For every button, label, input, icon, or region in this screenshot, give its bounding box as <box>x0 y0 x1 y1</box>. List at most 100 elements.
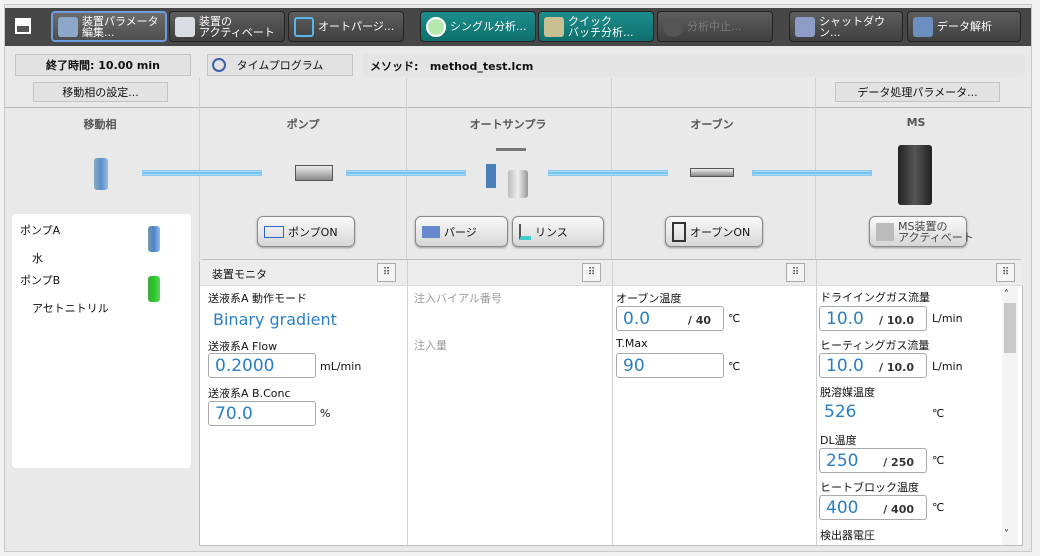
clock-icon <box>212 58 226 72</box>
heating-gas-label: ヒーティングガス流量 <box>820 339 930 352</box>
grid-menu-icon[interactable]: ⠿ <box>377 263 396 282</box>
tmax-unit: ℃ <box>728 360 741 373</box>
data-analysis-icon <box>913 16 933 37</box>
bottle-icon <box>148 276 160 302</box>
scrollbar-thumb[interactable] <box>1004 303 1016 353</box>
monitor-title: 装置モニタ <box>212 268 267 281</box>
bottle-icon <box>148 226 160 252</box>
oven-on-button[interactable]: オーブンON <box>665 216 763 247</box>
tmax-label: T.Max <box>616 337 648 350</box>
heat-block-label: ヒートブロック温度 <box>820 481 919 494</box>
drying-gas-label: ドライイングガス流量 <box>820 291 930 304</box>
pump-b-label: ポンプB <box>20 274 61 287</box>
mobile-phase-panel: ポンプA 水 ポンプB アセトニトリル <box>12 214 191 468</box>
column-title-autosampler: オートサンプラ <box>469 118 547 131</box>
data-processing-parameters-button[interactable]: データ処理パラメータ... <box>835 82 1000 102</box>
grid-menu-icon[interactable]: ⠿ <box>582 263 601 282</box>
detector-voltage-label: 検出器電圧 <box>820 529 875 542</box>
oven-temp-field[interactable]: 0.0/ 40 <box>616 306 724 331</box>
flow-label: 送液系A Flow <box>208 340 278 353</box>
instrument-monitor: 装置モニタ ⠿ ⠿ ⠿ ⠿ 送液系A 動作モード Binary gradient … <box>199 259 1023 547</box>
layout-toggle-icon[interactable] <box>15 18 31 34</box>
pump-icon <box>295 165 333 181</box>
solvent-b: アセトニトリル <box>32 302 109 315</box>
column-title-pump: ポンプ <box>286 118 320 131</box>
stop-analysis-button[interactable]: 分析中止... <box>657 11 773 42</box>
pump-icon <box>264 225 284 238</box>
heating-gas-unit: L/min <box>932 360 963 373</box>
rinse-button[interactable]: リンス <box>512 216 604 247</box>
rinse-icon <box>519 223 531 240</box>
grid-menu-icon[interactable]: ⠿ <box>786 263 805 282</box>
divider <box>5 107 1031 108</box>
scroll-up-icon[interactable]: ˄ <box>1004 289 1009 300</box>
oven-temp-unit: ℃ <box>728 312 741 325</box>
parameter-edit-icon <box>58 16 78 37</box>
flow-line <box>752 170 872 176</box>
end-time-display: 終了時間: 10.00 min <box>15 54 191 76</box>
dl-temp-unit: ℃ <box>932 454 945 467</box>
heat-block-unit: ℃ <box>932 501 945 514</box>
scrollbar[interactable]: ˄ ˅ <box>1002 287 1018 545</box>
volume-label: 注入量 <box>414 339 447 352</box>
data-analysis-button[interactable]: データ解析 <box>907 11 1021 42</box>
grid-menu-icon[interactable]: ⠿ <box>996 263 1015 282</box>
divider <box>406 78 407 260</box>
flow-field[interactable]: 0.2000 <box>208 353 316 378</box>
scroll-down-icon[interactable]: ˅ <box>1004 529 1009 540</box>
dl-temp-label: DL温度 <box>820 434 857 447</box>
quick-batch-button[interactable]: クイック バッチ分析... <box>538 11 654 42</box>
single-run-icon <box>426 16 446 37</box>
desolvation-temp-label: 脱溶媒温度 <box>820 386 875 399</box>
mobile-phase-settings-button[interactable]: 移動相の設定... <box>33 82 168 102</box>
vial-label: 注入バイアル番号 <box>414 292 502 305</box>
method-filename: method_test.lcm <box>429 60 534 73</box>
oven-temp-label: オーブン温度 <box>616 292 682 305</box>
column-icon <box>690 168 734 177</box>
divider <box>611 78 612 260</box>
divider <box>199 78 200 260</box>
instrument-icon <box>175 16 195 37</box>
ms-activate-button[interactable]: MS装置の アクティベート <box>869 216 974 247</box>
conc-label: 送液系A B.Conc <box>208 387 291 400</box>
ms-icon <box>876 222 894 241</box>
autopurge-icon <box>294 16 314 37</box>
ms-instrument-icon <box>898 145 932 205</box>
flow-line <box>548 170 668 176</box>
single-run-button[interactable]: シングル分析... <box>420 11 536 42</box>
toolbar: 装置パラメータ 編集... 装置の アクティベート オートパージ... シングル… <box>5 8 1031 46</box>
column-title-ms: MS <box>906 116 926 129</box>
conc-field[interactable]: 70.0 <box>208 401 316 426</box>
dl-temp-field[interactable]: 250/ 250 <box>819 448 927 473</box>
divider <box>407 260 408 547</box>
pump-mode-label: 送液系A 動作モード <box>208 292 308 305</box>
method-display: メソッド: method_test.lcm <box>362 53 1025 77</box>
autopurge-button[interactable]: オートパージ... <box>288 11 404 42</box>
bottle-icon <box>94 158 108 190</box>
purge-icon <box>422 225 440 238</box>
divider <box>815 78 816 260</box>
shutdown-icon <box>795 16 815 37</box>
edit-parameters-button[interactable]: 装置パラメータ 編集... <box>51 11 167 42</box>
heating-gas-field[interactable]: 10.0/ 10.0 <box>819 353 927 378</box>
pump-on-button[interactable]: ポンプON <box>257 216 355 247</box>
desolvation-temp-value: 526 <box>824 402 857 422</box>
column-title-oven: オーブン <box>690 118 734 131</box>
drying-gas-unit: L/min <box>932 312 963 325</box>
tmax-field[interactable]: 90 <box>616 353 724 378</box>
batch-icon <box>544 16 564 37</box>
autosampler-icon <box>486 148 530 200</box>
time-program-button[interactable]: タイムプログラム <box>207 54 353 76</box>
flow-line <box>346 170 466 176</box>
heat-block-field[interactable]: 400/ 400 <box>819 495 927 520</box>
drying-gas-field[interactable]: 10.0/ 10.0 <box>819 306 927 331</box>
solvent-a: 水 <box>32 252 43 265</box>
pump-a-label: ポンプA <box>20 224 61 237</box>
flow-unit: mL/min <box>320 360 362 373</box>
pump-mode-value: Binary gradient <box>213 310 337 329</box>
column-title-mobile-phase: 移動相 <box>83 118 117 131</box>
activate-instrument-button[interactable]: 装置の アクティベート <box>169 11 285 42</box>
purge-button[interactable]: パージ <box>415 216 508 247</box>
shutdown-button[interactable]: シャットダウン... <box>789 11 903 42</box>
divider <box>612 260 613 547</box>
